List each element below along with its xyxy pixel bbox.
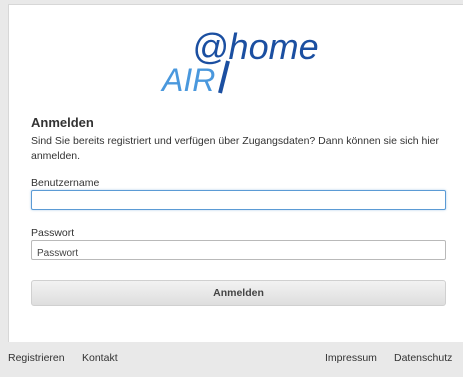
page: @home AIR Anmelden Sind Sie bereits regi…	[0, 0, 463, 377]
login-button[interactable]: Anmelden	[31, 280, 446, 306]
username-input[interactable]	[31, 190, 446, 210]
login-heading: Anmelden	[31, 115, 94, 130]
svg-text:AIR: AIR	[160, 62, 215, 98]
username-label: Benutzername	[31, 177, 100, 189]
footer-link-imprint[interactable]: Impressum	[325, 352, 377, 364]
air-at-home-logo: @home AIR	[154, 19, 344, 99]
login-intro-text: Sind Sie bereits registriert und verfüge…	[31, 135, 439, 162]
password-label: Passwort	[31, 227, 75, 239]
password-input[interactable]	[31, 240, 446, 260]
login-card: @home AIR Anmelden Sind Sie bereits regi…	[8, 4, 463, 342]
footer-link-register[interactable]: Registrieren	[8, 352, 65, 364]
footer: Registrieren Kontakt Impressum Datenschu…	[0, 346, 463, 377]
footer-link-privacy[interactable]: Datenschutz	[394, 352, 452, 364]
footer-link-contact[interactable]: Kontakt	[82, 352, 118, 364]
svg-text:@home: @home	[192, 26, 319, 67]
